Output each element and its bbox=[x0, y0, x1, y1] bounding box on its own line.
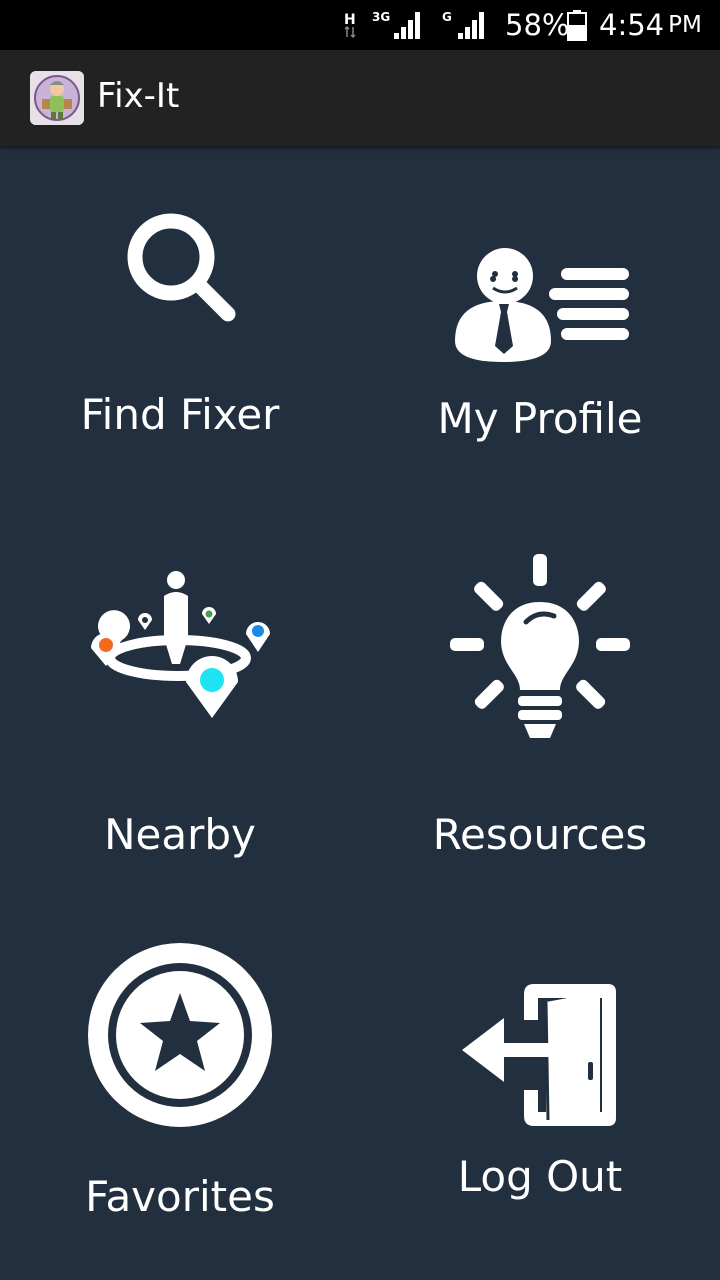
log-out-button[interactable]: Log Out bbox=[360, 930, 720, 1260]
resources-label: Resources bbox=[432, 810, 648, 859]
find-fixer-label: Find Fixer bbox=[80, 390, 280, 439]
signal-3g-icon: 3G bbox=[372, 0, 428, 50]
battery-icon bbox=[566, 0, 588, 50]
favorites-button[interactable]: Favorites bbox=[0, 930, 360, 1260]
battery-percent: 58% bbox=[505, 8, 570, 42]
network-h-icon: H bbox=[340, 0, 362, 50]
logout-icon bbox=[462, 984, 616, 1126]
nearby-button[interactable]: Nearby bbox=[0, 520, 360, 900]
app-bar: Fix-It bbox=[0, 50, 720, 146]
clock-ampm: PM bbox=[668, 12, 702, 38]
app-logo[interactable] bbox=[30, 71, 84, 125]
status-bar: H 3G G 58% 4:54 PM bbox=[0, 0, 720, 50]
profile-icon bbox=[455, 248, 629, 362]
find-fixer-button[interactable]: Find Fixer bbox=[0, 146, 360, 476]
clock: 4:54 PM bbox=[599, 0, 702, 50]
nearby-map-icon bbox=[91, 571, 270, 718]
svg-text:3G: 3G bbox=[372, 10, 390, 24]
svg-text:H: H bbox=[344, 12, 356, 28]
my-profile-label: My Profile bbox=[437, 394, 643, 443]
lightbulb-icon bbox=[450, 554, 630, 738]
log-out-label: Log Out bbox=[457, 1152, 623, 1201]
my-profile-button[interactable]: My Profile bbox=[360, 146, 720, 476]
search-icon bbox=[127, 213, 236, 322]
app-title: Fix-It bbox=[97, 76, 180, 116]
clock-time: 4:54 bbox=[599, 8, 665, 42]
favorites-label: Favorites bbox=[85, 1172, 275, 1221]
nearby-label: Nearby bbox=[104, 810, 256, 859]
star-icon bbox=[88, 943, 272, 1127]
resources-button[interactable]: Resources bbox=[360, 520, 720, 900]
signal-g-icon: G bbox=[440, 0, 492, 50]
svg-text:G: G bbox=[442, 10, 452, 24]
